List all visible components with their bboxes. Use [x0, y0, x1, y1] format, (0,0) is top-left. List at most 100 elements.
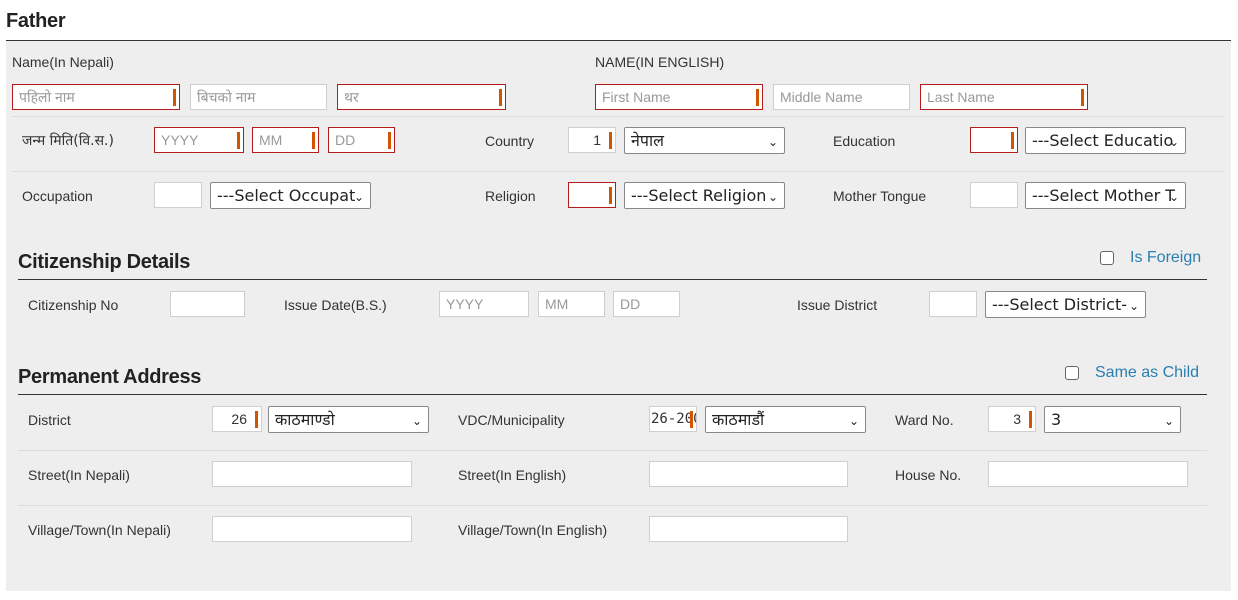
country-code-input[interactable]: 1: [568, 127, 616, 153]
name-english-label: NAME(IN ENGLISH): [595, 54, 725, 70]
occupation-code-input[interactable]: [154, 182, 202, 208]
chevron-down-icon: ⌄: [767, 135, 778, 149]
citizenship-no-label: Citizenship No: [28, 297, 119, 313]
required-marker: [609, 187, 612, 204]
education-code-input[interactable]: [970, 127, 1018, 153]
placeholder: YYYY: [446, 296, 484, 312]
placeholder: YYYY: [161, 132, 199, 148]
religion-select[interactable]: ---Select Religion ⌄: [624, 182, 785, 209]
chevron-down-icon: ⌄: [1163, 414, 1174, 428]
ward-label: Ward No.: [895, 412, 954, 428]
religion-code-input[interactable]: [568, 182, 616, 208]
required-marker: [499, 89, 502, 106]
required-marker: [609, 132, 612, 149]
district-select[interactable]: काठमाण्डो ⌄: [268, 406, 429, 433]
occupation-label: Occupation: [22, 188, 93, 204]
chevron-down-icon: ⌄: [1168, 135, 1179, 149]
required-marker: [312, 132, 315, 149]
required-marker: [690, 411, 693, 428]
name-nepali-label: Name(In Nepali): [12, 54, 114, 70]
is-foreign-label[interactable]: Is Foreign: [1130, 249, 1201, 267]
selected-value: काठमाण्डो: [275, 410, 335, 429]
chevron-down-icon: ⌄: [1168, 190, 1179, 204]
row-divider: [18, 450, 1207, 451]
dob-year-input[interactable]: YYYY: [154, 127, 244, 153]
required-marker: [255, 411, 258, 428]
row-divider: [12, 171, 1224, 172]
mother-tongue-label: Mother Tongue: [833, 188, 927, 204]
district-label: District: [28, 412, 71, 428]
selected-value: ---Select Educatio: [1032, 131, 1174, 150]
required-marker: [173, 89, 176, 106]
selected-value: ---Select Occupat: [217, 186, 356, 205]
issue-month-input[interactable]: MM: [538, 291, 605, 317]
citizenship-section-title: Citizenship Details: [18, 251, 191, 273]
country-label: Country: [485, 133, 535, 149]
first-name-nepali-input[interactable]: पहिलो नाम: [12, 84, 180, 110]
selected-value: काठमाडौं: [712, 410, 765, 429]
vdc-code-input[interactable]: 26-200: [649, 406, 697, 432]
placeholder: DD: [335, 132, 356, 148]
village-english-label: Village/Town(In English): [458, 522, 608, 538]
house-no-label: House No.: [895, 467, 962, 483]
education-select[interactable]: ---Select Educatio ⌄: [1025, 127, 1186, 154]
required-marker: [756, 89, 759, 106]
placeholder: DD: [620, 296, 641, 312]
citizenship-no-input[interactable]: [170, 291, 245, 317]
dob-day-input[interactable]: DD: [328, 127, 395, 153]
ward-select[interactable]: 3 ⌄: [1044, 406, 1181, 433]
street-english-label: Street(In English): [458, 467, 567, 483]
street-nepali-input[interactable]: [212, 461, 412, 487]
ward-code-input[interactable]: 3: [988, 406, 1036, 432]
dob-label: जन्म मिति(वि.स.): [22, 133, 114, 149]
middle-name-nepali-input[interactable]: बिचको नाम: [190, 84, 327, 110]
permanent-address-section-title: Permanent Address: [18, 366, 202, 388]
village-nepali-input[interactable]: [212, 516, 412, 542]
chevron-down-icon: ⌄: [353, 190, 364, 204]
placeholder: Middle Name: [780, 89, 863, 105]
district-code-input[interactable]: 26: [212, 406, 262, 432]
last-name-english-input[interactable]: Last Name: [920, 84, 1088, 110]
section-divider: [18, 279, 1207, 280]
vdc-select[interactable]: काठमाडौं ⌄: [705, 406, 866, 433]
selected-value: ---Select Religion: [631, 186, 767, 205]
issue-district-select[interactable]: ---Select District- ⌄: [985, 291, 1146, 318]
country-select[interactable]: नेपाल ⌄: [624, 127, 785, 154]
placeholder: बिचको नाम: [197, 89, 256, 105]
section-divider: [18, 394, 1207, 395]
middle-name-english-input[interactable]: Middle Name: [773, 84, 910, 110]
placeholder: First Name: [602, 89, 671, 105]
occupation-select[interactable]: ---Select Occupat ⌄: [210, 182, 371, 209]
issue-year-input[interactable]: YYYY: [439, 291, 529, 317]
vdc-label: VDC/Municipality: [458, 412, 565, 428]
house-no-input[interactable]: [988, 461, 1188, 487]
selected-value: ---Select District-: [992, 295, 1128, 314]
dob-month-input[interactable]: MM: [252, 127, 319, 153]
village-english-input[interactable]: [649, 516, 848, 542]
selected-value: नेपाल: [631, 131, 664, 150]
last-name-nepali-input[interactable]: थर: [337, 84, 506, 110]
input-value: 26: [231, 411, 247, 427]
is-foreign-checkbox[interactable]: [1100, 251, 1114, 265]
selected-value: ---Select Mother T: [1032, 186, 1176, 205]
religion-label: Religion: [485, 188, 536, 204]
chevron-down-icon: ⌄: [411, 414, 422, 428]
mother-tongue-code-input[interactable]: [970, 182, 1018, 208]
issue-district-code-input[interactable]: [929, 291, 977, 317]
first-name-english-input[interactable]: First Name: [595, 84, 763, 110]
selected-value: 3: [1051, 410, 1062, 429]
placeholder: MM: [259, 132, 283, 148]
required-marker: [388, 132, 391, 149]
street-nepali-label: Street(In Nepali): [28, 467, 130, 483]
row-divider: [18, 505, 1207, 506]
chevron-down-icon: ⌄: [767, 190, 778, 204]
same-as-child-label[interactable]: Same as Child: [1095, 364, 1199, 382]
father-section-title: Father: [6, 10, 66, 32]
street-english-input[interactable]: [649, 461, 848, 487]
required-marker: [1029, 411, 1032, 428]
mother-tongue-select[interactable]: ---Select Mother T ⌄: [1025, 182, 1186, 209]
placeholder: MM: [545, 296, 569, 312]
issue-day-input[interactable]: DD: [613, 291, 680, 317]
same-as-child-checkbox[interactable]: [1065, 366, 1079, 380]
required-marker: [1011, 132, 1014, 149]
